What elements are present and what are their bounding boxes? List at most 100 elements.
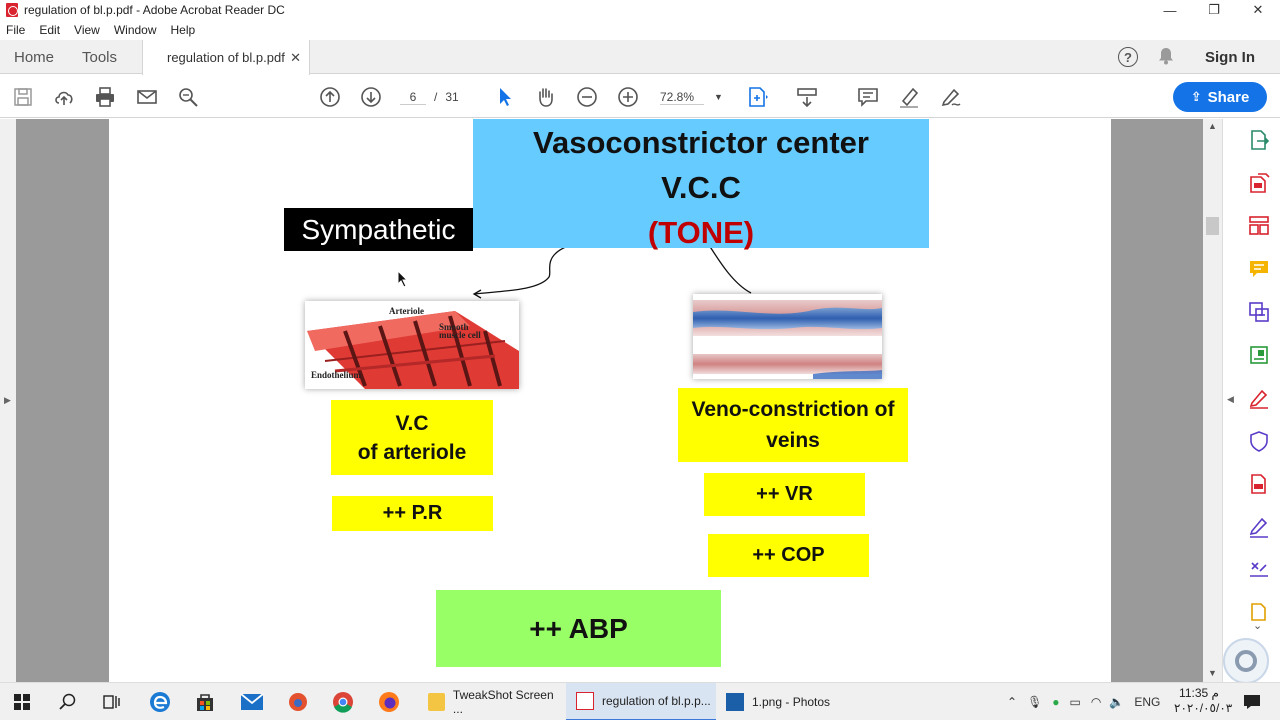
volume-icon[interactable]: 🔈 (1109, 695, 1124, 709)
windows-start-icon[interactable] (8, 683, 36, 720)
previous-page-icon[interactable] (317, 84, 343, 110)
venous-return-box: ++ VR (704, 473, 865, 516)
document-viewport[interactable]: ▶ Vasoconstrictor center V.C.C (TONE) Sy… (0, 119, 1222, 682)
taskbar-app-acrobat[interactable]: regulation of bl.p.p... (566, 683, 716, 720)
save-icon[interactable] (10, 84, 36, 110)
highlight-pen-icon[interactable] (896, 84, 922, 110)
share-icon: ⇪ (1190, 89, 1202, 104)
taskbar-app-label: TweakShot Screen ... (452, 688, 554, 716)
scroll-mode-icon[interactable] (794, 84, 820, 110)
tab-home[interactable]: Home (14, 40, 54, 74)
menu-edit[interactable]: Edit (33, 23, 68, 37)
zoom-out-icon[interactable] (574, 84, 600, 110)
floating-capture-button[interactable] (1223, 638, 1269, 684)
vc-line: V.C (395, 411, 429, 435)
expand-left-panel-icon[interactable]: ▶ (4, 395, 11, 406)
scroll-up-icon[interactable]: ▲ (1208, 121, 1217, 131)
collapse-right-panel-icon[interactable]: ◀ (1227, 394, 1234, 405)
zoom-level-value: 72.8% (660, 90, 704, 105)
taskbar-app-tweakshot[interactable]: TweakShot Screen ... (418, 683, 560, 720)
arteriole-caption: Arteriole (389, 306, 424, 316)
share-button[interactable]: ⇪ Share (1173, 82, 1267, 112)
store-bag-icon[interactable] (191, 683, 219, 720)
wifi-icon[interactable]: ◠ (1091, 695, 1101, 709)
show-hidden-icons-chevron-icon[interactable]: ⌃ (1007, 695, 1017, 709)
pdf-file-icon (576, 692, 594, 710)
menu-help[interactable]: Help (165, 23, 204, 37)
minimize-button[interactable]: — (1148, 0, 1192, 20)
vc-arteriole-box: V.C of arteriole (331, 400, 493, 475)
language-indicator[interactable]: ENG (1134, 695, 1160, 709)
share-label: Share (1207, 88, 1250, 106)
request-signature-icon[interactable] (1247, 515, 1271, 539)
organize-pages-icon[interactable] (1247, 214, 1271, 238)
tab-tools[interactable]: Tools (82, 40, 117, 74)
firefox-icon[interactable] (375, 683, 403, 720)
fit-page-icon[interactable] (745, 84, 771, 110)
total-pages: 31 (445, 90, 459, 104)
sign-in-button[interactable]: Sign In (1205, 40, 1255, 74)
tab-document[interactable]: regulation of bl.p.pdf ✕ (142, 40, 310, 75)
menu-window[interactable]: Window (108, 23, 165, 37)
upload-cloud-icon[interactable] (51, 84, 77, 110)
microphone-icon[interactable]: 🎙 (1027, 695, 1042, 709)
create-pdf-icon[interactable] (1247, 171, 1271, 195)
comment-tool-icon[interactable] (1247, 257, 1271, 281)
page-navigator: 6 / 31 (400, 87, 459, 107)
search-icon[interactable] (54, 683, 82, 720)
menu-view[interactable]: View (68, 23, 108, 37)
scroll-down-icon[interactable]: ▼ (1208, 668, 1217, 678)
tab-document-label: regulation of bl.p.pdf (167, 50, 285, 65)
firefox-alt-icon[interactable] (284, 683, 312, 720)
hand-tool-icon[interactable] (532, 84, 558, 110)
edge-browser-icon[interactable] (146, 683, 174, 720)
taskbar-app-photos[interactable]: 1.png - Photos (716, 683, 866, 720)
center-title-line2: V.C.C (661, 170, 741, 205)
menu-file[interactable]: File (0, 23, 33, 37)
email-icon[interactable] (134, 84, 160, 110)
center-title-line1: Vasoconstrictor center (533, 125, 869, 160)
mail-icon[interactable] (238, 683, 266, 720)
sign-pen-icon[interactable] (938, 84, 964, 110)
protect-shield-icon[interactable] (1247, 429, 1271, 453)
toolbar: 6 / 31 72.8% ▼ ⇪ Share (0, 75, 1280, 118)
current-page-input[interactable]: 6 (400, 90, 426, 105)
chrome-icon[interactable] (329, 683, 357, 720)
veno-constriction-box: Veno-constriction of veins (678, 388, 908, 462)
select-pointer-icon[interactable] (491, 84, 517, 110)
zoom-level-select[interactable]: 72.8% ▼ (660, 87, 723, 107)
sympathetic-label: Sympathetic (284, 208, 473, 251)
fill-form-icon[interactable] (1247, 558, 1271, 582)
security-icon[interactable]: ● (1052, 695, 1059, 709)
zoom-in-icon[interactable] (615, 84, 641, 110)
taskbar-app-label: regulation of bl.p.p... (602, 694, 711, 708)
fill-sign-icon[interactable] (1247, 386, 1271, 410)
comment-icon[interactable] (855, 84, 881, 110)
help-icon[interactable]: ? (1118, 47, 1138, 67)
print-production-icon[interactable] (1247, 472, 1271, 496)
page-separator: / (434, 90, 438, 104)
edit-pdf-icon[interactable] (1247, 343, 1271, 367)
vertical-scrollbar[interactable]: ▲ ▼ (1203, 119, 1222, 682)
chevron-down-icon: ▼ (714, 92, 723, 102)
vein-illustration (693, 294, 882, 379)
search-zoom-icon[interactable] (175, 84, 201, 110)
action-center-notification-icon[interactable] (1238, 683, 1266, 720)
export-pdf-icon[interactable] (1247, 128, 1271, 152)
of-arteriole-line: of arteriole (357, 440, 467, 464)
notification-bell-icon[interactable] (1158, 47, 1174, 70)
battery-icon[interactable]: ▭ (1070, 695, 1081, 709)
center-title-tone: (TONE) (647, 215, 755, 250)
task-view-icon[interactable] (98, 683, 126, 720)
next-page-icon[interactable] (358, 84, 384, 110)
acrobat-app-icon (6, 3, 18, 17)
close-window-button[interactable]: ✕ (1236, 0, 1280, 20)
more-tools-chevron-icon[interactable]: ⌄ (1253, 619, 1262, 632)
print-icon[interactable] (92, 84, 118, 110)
combine-files-icon[interactable] (1247, 300, 1271, 324)
maximize-button[interactable]: ❐ (1192, 0, 1236, 20)
right-tools-panel: ◀ ⌄ (1222, 119, 1280, 682)
scrollbar-thumb[interactable] (1206, 217, 1219, 235)
system-clock[interactable]: 11:35 م ٢٠٢٠/٠٥/٠٣ (1174, 686, 1232, 716)
close-tab-icon[interactable]: ✕ (290, 50, 301, 66)
